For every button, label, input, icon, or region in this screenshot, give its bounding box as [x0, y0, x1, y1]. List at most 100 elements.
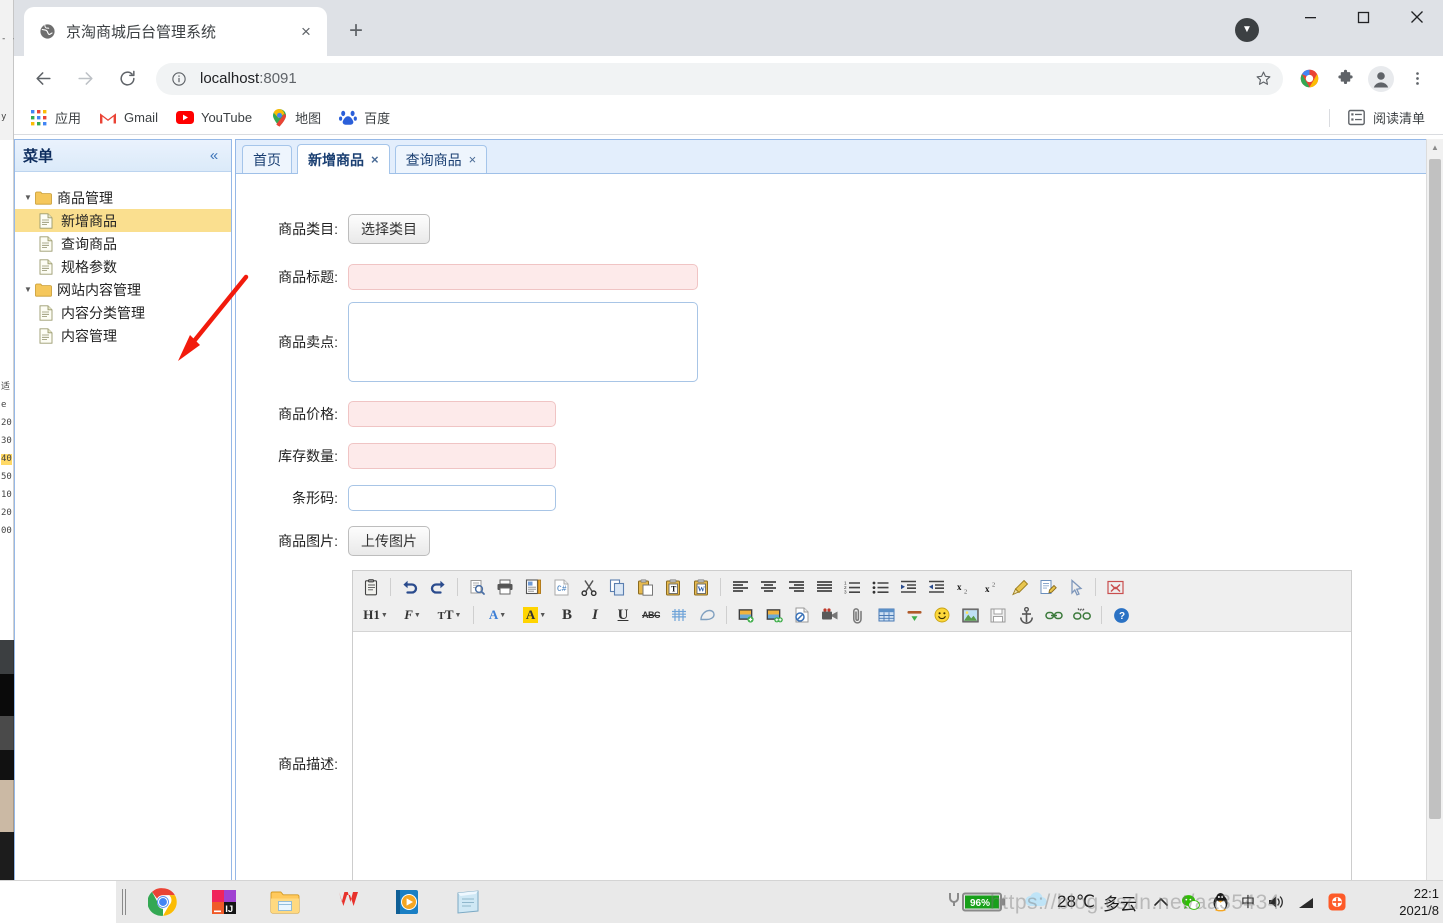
paste-from-clipboard-icon[interactable] [359, 575, 383, 599]
bulleted-list-icon[interactable] [868, 575, 892, 599]
browser-tab[interactable]: 京淘商城后台管理系统 × [24, 7, 327, 56]
image-gallery-icon[interactable] [958, 603, 982, 627]
redo-icon[interactable] [426, 575, 450, 599]
horizontal-rule-icon[interactable] [902, 603, 926, 627]
forward-button[interactable] [68, 62, 102, 96]
bold-icon[interactable]: B [555, 603, 579, 627]
align-right-icon[interactable] [784, 575, 808, 599]
chrome-profile-color-icon[interactable] [1294, 64, 1324, 94]
sidebar-item-content-category-management[interactable]: 内容分类管理 [15, 301, 231, 324]
select-category-button[interactable]: 选择类目 [348, 214, 430, 244]
tab-close-icon[interactable]: × [469, 152, 477, 167]
link-icon[interactable] [1042, 603, 1066, 627]
tree-expand-icon[interactable]: ▼ [21, 193, 35, 202]
chrome-taskbar-icon[interactable] [132, 881, 193, 923]
taskbar-drag-handle[interactable] [116, 881, 132, 923]
address-bar[interactable]: localhost:8091 [156, 62, 1283, 95]
close-icon[interactable] [1390, 0, 1443, 34]
scrollbar-thumb[interactable] [1429, 159, 1441, 819]
underline-icon[interactable]: U [611, 603, 635, 627]
format-painter-icon[interactable] [1008, 575, 1032, 599]
wechat-tray-icon[interactable] [1175, 881, 1206, 923]
stock-quantity-input[interactable] [348, 443, 556, 469]
qq-tray-icon[interactable] [1206, 881, 1235, 923]
strikethrough-icon[interactable]: ABC [639, 603, 663, 627]
file-explorer-taskbar-icon[interactable] [254, 881, 315, 923]
unlink-icon[interactable] [1070, 603, 1094, 627]
show-blocks-icon[interactable] [1103, 575, 1127, 599]
align-center-icon[interactable] [756, 575, 780, 599]
numbered-list-icon[interactable]: 123 [840, 575, 864, 599]
profile-avatar-icon[interactable] [1366, 64, 1396, 94]
font-family-icon[interactable]: F ▼ [396, 603, 429, 627]
sidebar-item-product-management[interactable]: ▼ 商品管理 [15, 186, 231, 209]
bookmark-apps[interactable]: 应用 [22, 105, 89, 131]
editor-content-area[interactable] [353, 632, 1351, 852]
superscript-icon[interactable]: x2 [980, 575, 1004, 599]
sidebar-item-spec-params[interactable]: 规格参数 [15, 255, 231, 278]
source-csharp-icon[interactable]: C# [549, 575, 573, 599]
indent-increase-icon[interactable] [896, 575, 920, 599]
paste-as-text-icon[interactable]: T [661, 575, 685, 599]
select-cursor-icon[interactable] [1064, 575, 1088, 599]
heading-h1-icon[interactable]: H1 ▼ [359, 603, 392, 627]
tab-close-icon[interactable]: × [371, 152, 379, 167]
input-method-tray-icon[interactable]: 中 [1235, 881, 1261, 923]
tab-query-product[interactable]: 查询商品 × [394, 145, 488, 173]
intellij-idea-taskbar-icon[interactable]: IJ [193, 881, 254, 923]
copy-icon[interactable] [605, 575, 629, 599]
product-title-input[interactable] [348, 264, 698, 290]
upload-image-button[interactable]: 上传图片 [348, 526, 430, 556]
taskbar-clock[interactable]: 22:1 2021/8 [1353, 885, 1443, 919]
undo-icon[interactable] [398, 575, 422, 599]
collapse-sidebar-icon[interactable]: « [205, 147, 223, 165]
maximize-icon[interactable] [1337, 0, 1390, 34]
text-color-icon[interactable]: A ▼ [481, 603, 514, 627]
insert-video-icon[interactable] [818, 603, 842, 627]
selling-point-textarea[interactable] [348, 302, 698, 382]
remove-format-icon[interactable] [667, 603, 691, 627]
bookmark-maps[interactable]: 地图 [262, 105, 329, 131]
chevron-down-icon[interactable]: ▼ [1235, 18, 1259, 42]
weather-widget[interactable]: 28℃ 多云 [1013, 890, 1147, 915]
paste-from-word-icon[interactable]: W [689, 575, 713, 599]
info-circle-icon[interactable] [170, 70, 188, 88]
media-player-taskbar-icon[interactable] [376, 881, 437, 923]
barcode-input[interactable] [348, 485, 556, 511]
sidebar-item-query-product[interactable]: 查询商品 [15, 232, 231, 255]
minimize-icon[interactable] [1284, 0, 1337, 34]
sidebar-item-content-management[interactable]: 内容管理 [15, 324, 231, 347]
tab-close-icon[interactable]: × [295, 21, 317, 43]
insert-table-icon[interactable] [874, 603, 898, 627]
edit-source-icon[interactable] [1036, 575, 1060, 599]
product-price-input[interactable] [348, 401, 556, 427]
page-break-icon[interactable] [790, 603, 814, 627]
sidebar-item-add-product[interactable]: 新增商品 [15, 209, 231, 232]
templates-icon[interactable] [521, 575, 545, 599]
bookmark-gmail[interactable]: Gmail [91, 105, 166, 131]
new-tab-button[interactable]: + [341, 16, 371, 46]
battery-status-icon[interactable]: 96% [939, 881, 1013, 923]
bookmark-baidu[interactable]: 百度 [331, 105, 398, 131]
sogou-tray-icon[interactable] [1321, 881, 1353, 923]
scroll-up-icon[interactable]: ▲ [1427, 139, 1443, 155]
sidebar-item-site-content-management[interactable]: ▼ 网站内容管理 [15, 278, 231, 301]
subscript-icon[interactable]: x2 [952, 575, 976, 599]
three-dot-menu-icon[interactable] [1402, 64, 1432, 94]
anchor-icon[interactable] [1014, 603, 1038, 627]
show-hidden-icons-chevron[interactable] [1147, 881, 1175, 923]
extensions-puzzle-icon[interactable] [1330, 64, 1360, 94]
save-icon[interactable] [986, 603, 1010, 627]
align-left-icon[interactable] [728, 575, 752, 599]
font-size-icon[interactable]: TT ▼ [433, 603, 466, 627]
page-scrollbar[interactable]: ▲ [1426, 139, 1443, 890]
bookmark-youtube[interactable]: YouTube [168, 105, 260, 131]
emoticon-icon[interactable] [930, 603, 954, 627]
back-button[interactable] [26, 62, 60, 96]
insert-image-icon[interactable] [734, 603, 758, 627]
help-icon[interactable]: ? [1109, 603, 1133, 627]
reading-list-button[interactable]: 阅读清单 [1340, 105, 1433, 131]
wps-office-taskbar-icon[interactable] [315, 881, 376, 923]
tree-expand-icon[interactable]: ▼ [21, 285, 35, 294]
print-icon[interactable] [493, 575, 517, 599]
